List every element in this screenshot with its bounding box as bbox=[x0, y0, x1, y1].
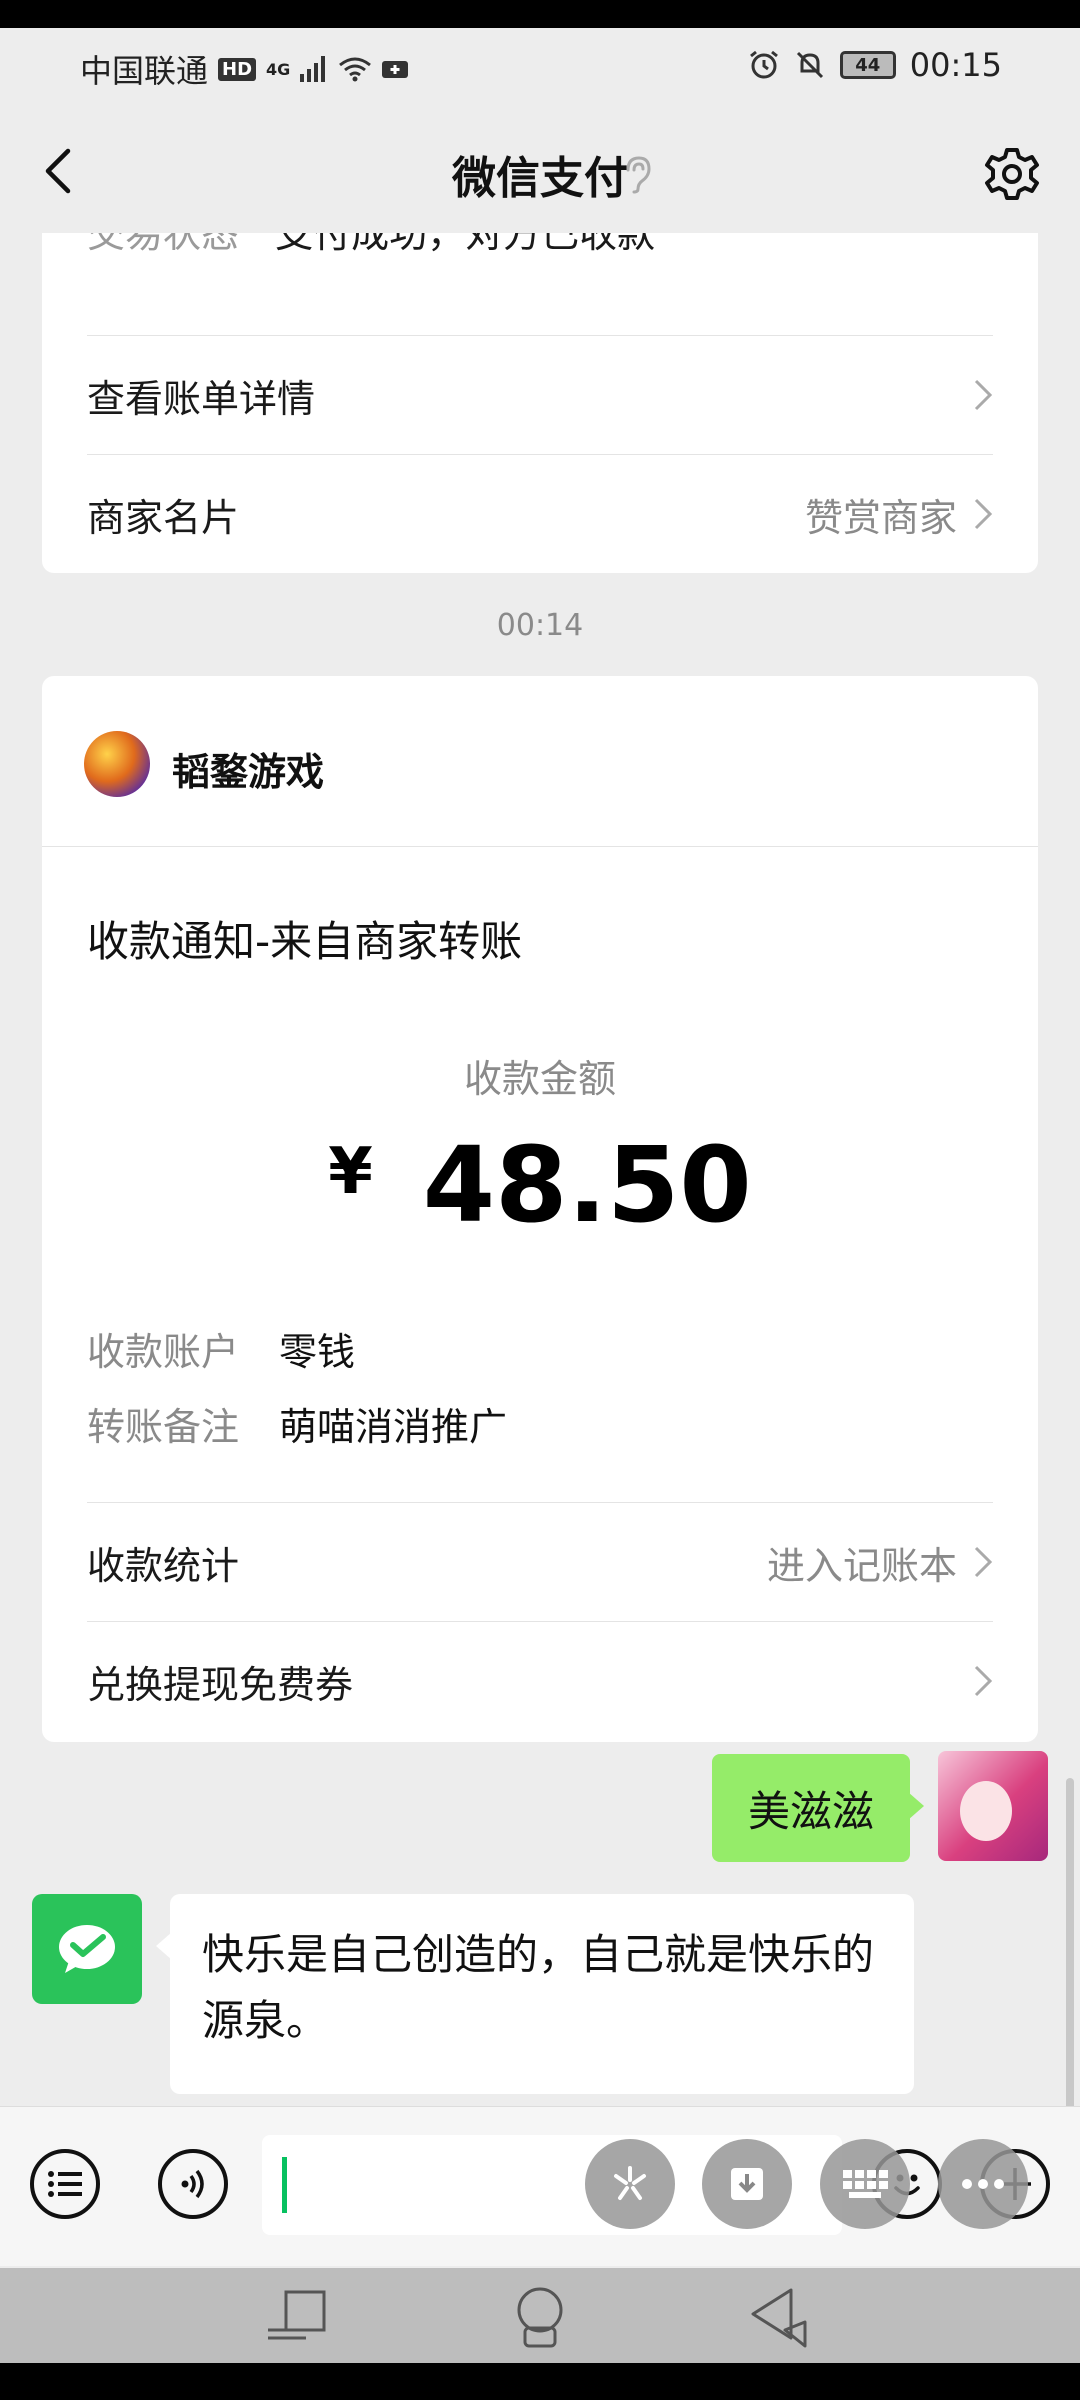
withdrawal-coupon-row[interactable]: 兑换提现免费券 bbox=[87, 1622, 993, 1740]
chevron-right-icon bbox=[974, 379, 993, 411]
ledger-link[interactable]: 进入记账本 bbox=[767, 1535, 957, 1590]
detail-value: 萌喵消消推广 bbox=[279, 1405, 508, 1449]
receiving-account-row: 收款账户 零钱 bbox=[87, 1321, 355, 1376]
scrollbar[interactable] bbox=[1066, 1778, 1074, 2118]
home-icon[interactable] bbox=[505, 2286, 575, 2348]
wifi-icon bbox=[339, 57, 372, 82]
wechat-pay-logo-icon bbox=[59, 1925, 115, 1973]
download-icon bbox=[731, 2168, 763, 2200]
merchant-name[interactable]: 韬鍪游戏 bbox=[172, 741, 324, 796]
chevron-right-icon bbox=[974, 498, 993, 530]
tip-merchant-link[interactable]: 赞赏商家 bbox=[805, 487, 957, 542]
outgoing-message[interactable]: 美滋滋 bbox=[711, 1754, 925, 1862]
transfer-note-row: 转账备注 萌喵消消推广 bbox=[87, 1396, 507, 1451]
row-label: 收款统计 bbox=[87, 1543, 240, 1588]
recent-apps-icon[interactable] bbox=[262, 2286, 332, 2348]
wechat-pay-avatar[interactable] bbox=[32, 1894, 142, 2004]
hd-badge: HD bbox=[218, 57, 257, 81]
payment-notice-card[interactable]: 韬鍪游戏 收款通知-来自商家转账 收款金额 ¥48.50 收款账户 零钱 转账备注… bbox=[42, 676, 1038, 1742]
menu-list-button[interactable] bbox=[30, 2149, 100, 2219]
keyboard-icon bbox=[843, 2170, 888, 2198]
notice-title: 收款通知-来自商家转账 bbox=[87, 917, 523, 966]
more-icon bbox=[962, 2179, 1004, 2189]
currency-symbol: ¥ bbox=[328, 1135, 373, 1209]
payment-status-card: 交易状态 支付成功，对方已收款 查看账单详情 商家名片 赞赏商家 bbox=[42, 233, 1038, 573]
battery-saver-icon bbox=[382, 61, 409, 78]
voice-button[interactable] bbox=[158, 2149, 228, 2219]
alarm-icon bbox=[749, 50, 778, 79]
page-title: 微信支付 bbox=[452, 153, 628, 204]
network-type: 4G bbox=[266, 59, 291, 79]
ear-icon bbox=[626, 156, 651, 194]
back-triangle-icon[interactable] bbox=[745, 2286, 815, 2348]
nav-bar: 微信支付 bbox=[0, 106, 1080, 236]
battery-indicator: 44 bbox=[839, 51, 896, 79]
merchant-avatar[interactable] bbox=[84, 731, 150, 797]
system-nav-bar bbox=[0, 2268, 1080, 2363]
voice-icon bbox=[181, 2169, 204, 2199]
self-avatar[interactable] bbox=[938, 1751, 1048, 1861]
transaction-status-label: 交易状态 bbox=[87, 233, 240, 256]
amount-value: 48.50 bbox=[422, 1124, 752, 1246]
row-label: 商家名片 bbox=[87, 495, 240, 540]
sparkle-icon bbox=[614, 2166, 646, 2200]
chat-input-bar bbox=[0, 2106, 1080, 2266]
status-bar: 中国联通 HD 4G 44 00:15 bbox=[0, 28, 1080, 106]
clock: 00:15 bbox=[909, 46, 1002, 84]
screen: 中国联通 HD 4G 44 00:15 微信支付 交易状态 支付成功，对方已收款… bbox=[0, 28, 1080, 2363]
detail-key: 转账备注 bbox=[87, 1405, 240, 1449]
floating-sparkle-button[interactable] bbox=[585, 2139, 675, 2229]
chevron-right-icon bbox=[974, 1546, 993, 1578]
row-label: 查看账单详情 bbox=[87, 376, 316, 421]
floating-more-button[interactable] bbox=[938, 2139, 1028, 2229]
mute-bell-icon bbox=[796, 51, 823, 79]
view-bill-details-row[interactable]: 查看账单详情 bbox=[87, 336, 993, 454]
detail-key: 收款账户 bbox=[87, 1330, 240, 1374]
chevron-right-icon bbox=[974, 1665, 993, 1697]
incoming-message[interactable]: 快乐是自己创造的，自己就是快乐的源泉。 bbox=[156, 1894, 914, 2094]
message-timestamp: 00:14 bbox=[496, 608, 584, 643]
transaction-status-value: 支付成功，对方已收款 bbox=[275, 233, 656, 256]
gear-icon[interactable] bbox=[984, 146, 1040, 202]
merchant-card-row[interactable]: 商家名片 赞赏商家 bbox=[87, 455, 993, 573]
carrier-name: 中国联通 bbox=[80, 52, 209, 90]
row-label: 兑换提现免费券 bbox=[87, 1662, 354, 1707]
transaction-status-row: 交易状态 支付成功，对方已收款 bbox=[87, 233, 655, 258]
amount-label: 收款金额 bbox=[463, 1057, 616, 1101]
floating-download-button[interactable] bbox=[702, 2139, 792, 2229]
floating-keyboard-button[interactable] bbox=[820, 2139, 910, 2229]
signal-icon bbox=[300, 56, 326, 82]
payment-stats-row[interactable]: 收款统计 进入记账本 bbox=[87, 1503, 993, 1621]
list-icon bbox=[48, 2171, 82, 2197]
divider bbox=[42, 846, 1038, 847]
detail-value: 零钱 bbox=[279, 1330, 356, 1374]
text-caret bbox=[282, 2157, 287, 2213]
amount-display: ¥48.50 bbox=[42, 1124, 1038, 1246]
